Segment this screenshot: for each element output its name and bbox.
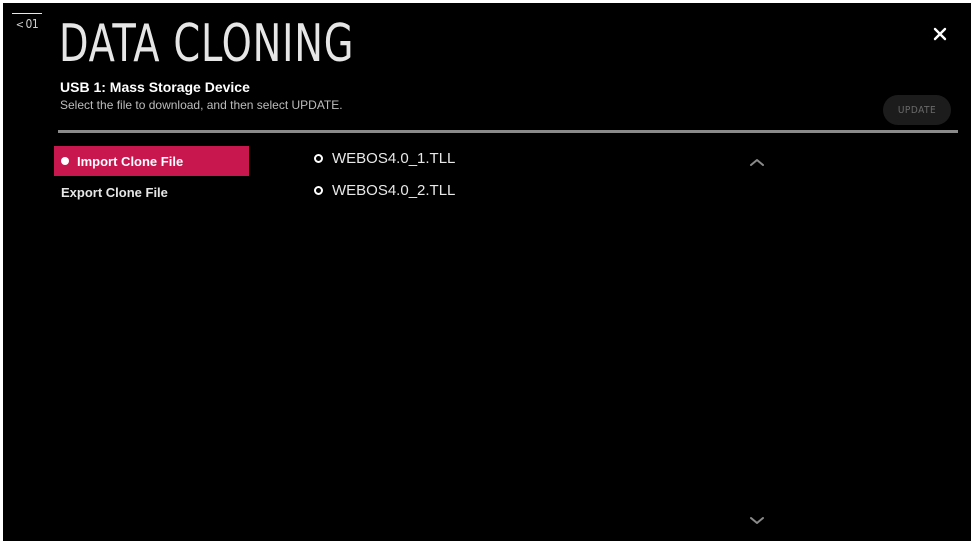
- menu-item-label: Import Clone File: [77, 153, 184, 169]
- back-button[interactable]: < 01: [8, 3, 46, 31]
- menu-item-label: Export Clone File: [61, 184, 168, 200]
- chevron-down-icon: [750, 517, 764, 524]
- header-divider: [58, 130, 958, 133]
- page-title: DATA CLONING: [59, 14, 355, 74]
- close-icon: [933, 27, 947, 41]
- back-label-wrap: < 01: [16, 17, 39, 31]
- close-button[interactable]: [929, 23, 951, 45]
- menu-item-import-clone-file[interactable]: Import Clone File: [54, 146, 249, 176]
- back-bar: [12, 13, 42, 14]
- file-item-webos4-0-2[interactable]: WEBOS4.0_2.TLL: [314, 182, 455, 199]
- radio-icon: [314, 186, 323, 195]
- menu-item-export-clone-file[interactable]: Export Clone File: [54, 177, 249, 207]
- scroll-up-button[interactable]: [747, 154, 767, 168]
- device-name: USB 1: Mass Storage Device: [60, 79, 250, 95]
- chevron-up-icon: [750, 159, 764, 166]
- chevron-left-icon: <: [15, 17, 24, 31]
- data-cloning-screen: < 01 DATA CLONING USB 1: Mass Storage De…: [3, 3, 971, 541]
- update-button[interactable]: UPDATE: [883, 95, 951, 125]
- scroll-down-button[interactable]: [747, 513, 767, 527]
- back-label: 01: [25, 17, 39, 31]
- selected-dot-icon: [61, 157, 69, 165]
- file-name: WEBOS4.0_2.TLL: [332, 182, 456, 199]
- radio-icon: [314, 154, 323, 163]
- instruction-text: Select the file to download, and then se…: [60, 98, 343, 112]
- file-name: WEBOS4.0_1.TLL: [332, 150, 456, 167]
- file-item-webos4-0-1[interactable]: WEBOS4.0_1.TLL: [314, 150, 455, 167]
